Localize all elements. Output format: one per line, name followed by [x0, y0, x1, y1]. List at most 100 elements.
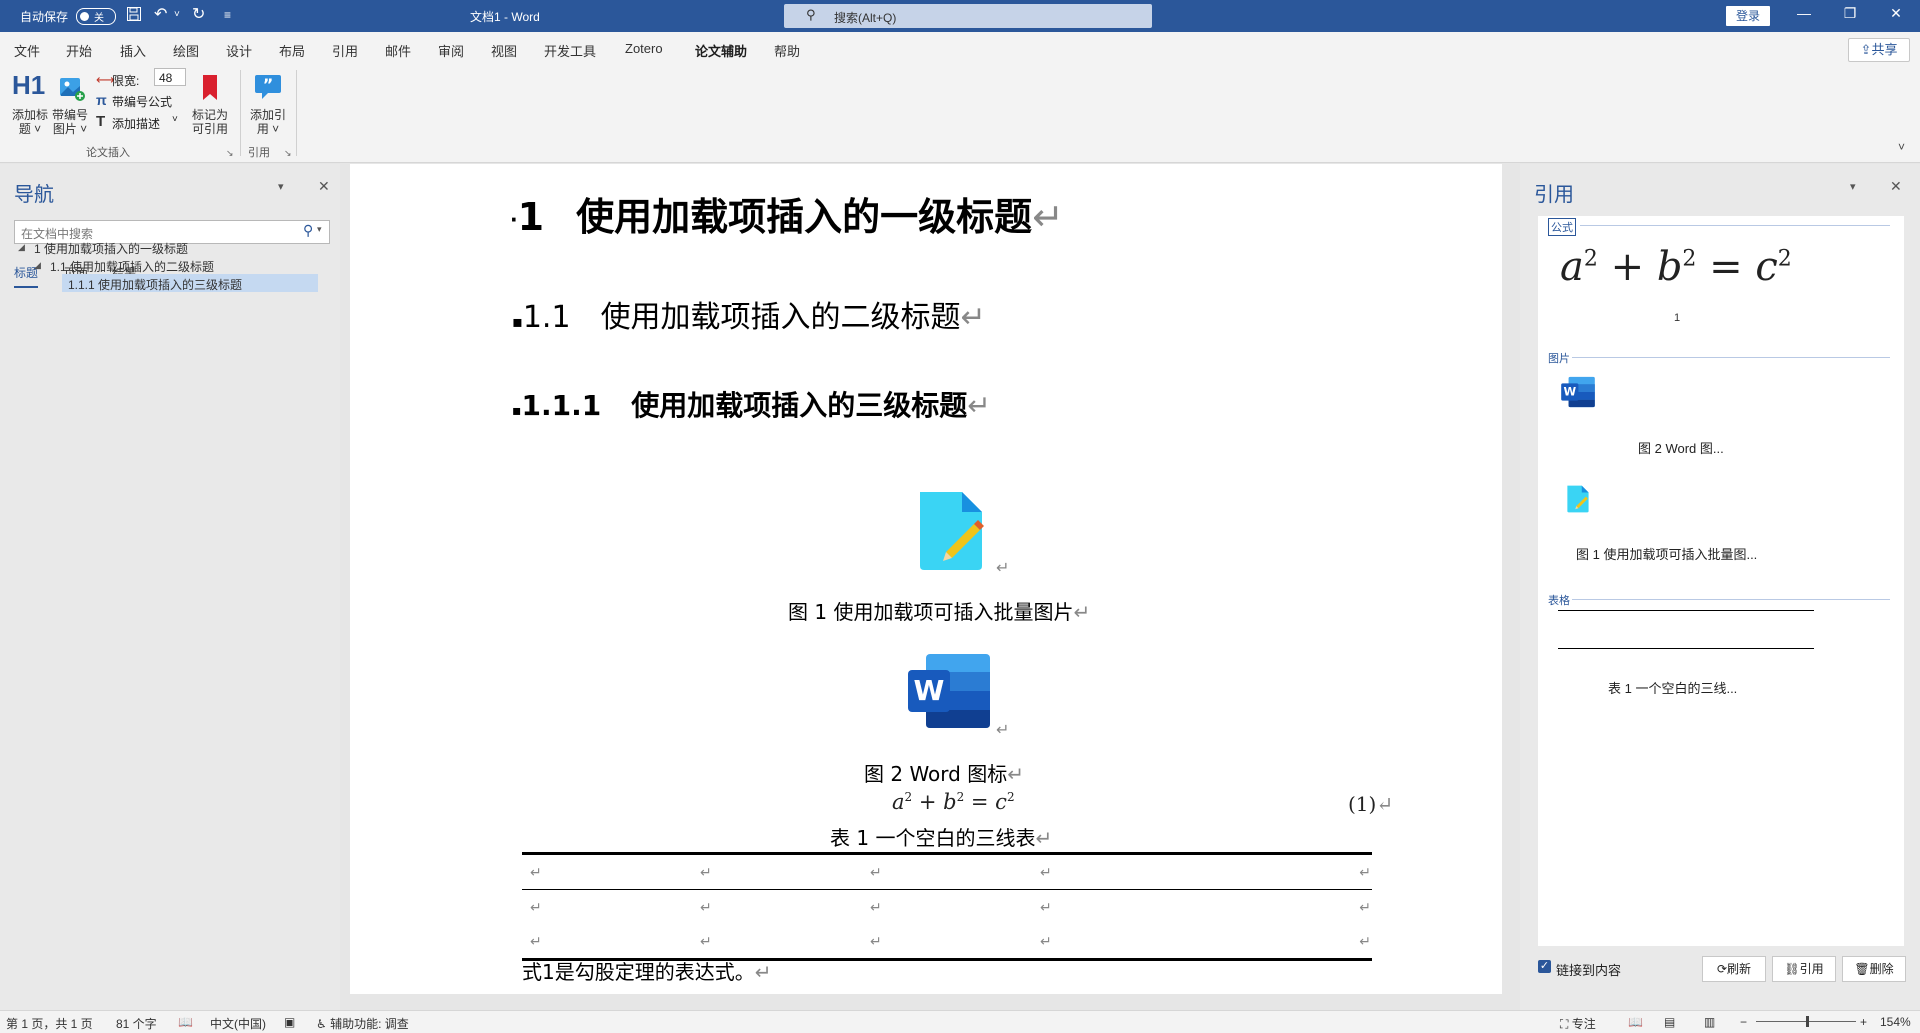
add-heading-button[interactable]: H1 添加标 题 ˅ [10, 70, 50, 142]
tab-file[interactable]: 文件 [14, 41, 40, 60]
figure-1-caption[interactable]: 图 1 使用加载项可插入批量图片↵ [788, 596, 1090, 625]
tab-view[interactable]: 视图 [491, 41, 517, 60]
page-count[interactable]: 第 1 页，共 1 页 [6, 1015, 93, 1032]
tab-insert[interactable]: 插入 [120, 41, 146, 60]
login-button[interactable]: 登录 [1726, 6, 1770, 26]
nav-heading-1[interactable]: 1 使用加载项插入的一级标题 [34, 240, 188, 257]
word-icon[interactable]: W [1560, 376, 1596, 408]
close-icon[interactable]: ✕ [1876, 5, 1916, 22]
proofing-icon[interactable]: 📖 [178, 1015, 193, 1029]
paragraph-mark: ↵ [996, 560, 1010, 577]
document-page[interactable]: ·1 使用加载项插入的一级标题↵ ▪1.1 使用加载项插入的二级标题↵ ▪1.1.1… [350, 164, 1502, 994]
body-paragraph[interactable]: 式1是勾股定理的表达式。↵ [522, 956, 772, 985]
tab-zotero[interactable]: Zotero [625, 41, 663, 56]
zoom-level[interactable]: 154% [1880, 1015, 1911, 1029]
cite-button[interactable]: ⛓引用 [1772, 956, 1836, 982]
autosave-toggle[interactable]: 关 [76, 8, 116, 25]
group-label-citation: 引用 [248, 147, 270, 159]
add-description-label: 添加描述 [112, 117, 161, 131]
numbered-picture-button[interactable]: 带编号 图片 ˅ [50, 70, 90, 142]
pythagoras-equation[interactable]: a2 + b2 = c2 [892, 790, 1015, 814]
table-ref-caption[interactable]: 表 1 一个空白的三线... [1608, 678, 1737, 697]
zoom-in-icon[interactable]: + [1860, 1015, 1867, 1029]
customize-toolbar-icon[interactable]: ≡ [224, 6, 231, 24]
add-citation-button[interactable]: ” 添加引 用 ˅ [246, 70, 290, 142]
share-label: 共享 [1871, 42, 1898, 57]
save-icon[interactable] [126, 6, 142, 27]
collapse-ribbon-icon[interactable]: ˅ [1898, 140, 1905, 154]
ribbon-separator [240, 70, 241, 156]
pane-options-icon[interactable]: ▾ [1850, 180, 1856, 193]
edit-document-icon[interactable] [1566, 484, 1592, 514]
equation-number: (1)↵ [1348, 792, 1394, 816]
tab-review[interactable]: 审阅 [438, 41, 464, 60]
web-layout-icon[interactable]: ▥ [1704, 1015, 1715, 1029]
print-layout-icon[interactable]: ▤ [1664, 1015, 1675, 1029]
chevron-down-icon[interactable]: ▾ [317, 224, 322, 235]
table-cell: ↵ [1359, 863, 1371, 880]
section-divider [1572, 357, 1890, 358]
search-box[interactable]: ⚲ 搜索(Alt+Q) [784, 4, 1152, 28]
tab-help[interactable]: 帮助 [774, 41, 800, 60]
word-icon[interactable]: W [906, 652, 992, 730]
tab-mailings[interactable]: 邮件 [385, 41, 411, 60]
refresh-button[interactable]: ⟳刷新 [1702, 956, 1766, 982]
close-pane-icon[interactable]: ✕ [1890, 178, 1902, 195]
autosave-label: 自动保存 [20, 10, 69, 24]
accessibility-label[interactable]: ♿ 辅助功能: 调查 [316, 1015, 409, 1032]
collapse-triangle-icon[interactable]: ◢ [18, 242, 25, 253]
picture-ref-caption[interactable]: 图 2 Word 图... [1638, 438, 1724, 457]
link-to-content-checkbox[interactable]: ✓ [1538, 960, 1551, 973]
tab-paper-assist[interactable]: 论文辅助 [695, 41, 748, 67]
word-count[interactable]: 81 个字 [116, 1015, 157, 1032]
dialog-launcher-icon[interactable]: ↘ [226, 148, 234, 159]
heading-level-2[interactable]: ▪1.1 使用加载项插入的二级标题↵ [512, 292, 986, 336]
tab-design[interactable]: 设计 [226, 41, 252, 60]
restore-icon[interactable]: ❐ [1830, 5, 1870, 22]
macro-icon[interactable]: ▣ [284, 1015, 295, 1029]
formula-item[interactable]: a2 + b2 = c2 [1560, 244, 1792, 290]
three-line-table[interactable]: ↵ ↵ ↵ ↵ ↵ ↵ ↵ ↵ ↵ ↵ ↵ ↵ ↵ ↵ ↵ [522, 852, 1372, 961]
width-input[interactable]: 48 [154, 68, 186, 86]
redo-icon[interactable]: ↻ [192, 6, 205, 24]
mark-citable-button[interactable]: 标记为 可引用 [188, 70, 232, 142]
tab-references[interactable]: 引用 [332, 41, 358, 60]
collapse-triangle-icon[interactable]: ◢ [34, 260, 41, 271]
delete-button[interactable]: 🗑删除 [1842, 956, 1906, 982]
tab-draw[interactable]: 绘图 [173, 41, 199, 60]
figure-2-caption[interactable]: 图 2 Word 图标↵ [864, 758, 1024, 787]
heading-level-3[interactable]: ▪1.1.1 使用加载项插入的三级标题↵ [512, 384, 991, 424]
dialog-launcher-icon[interactable]: ↘ [284, 148, 292, 159]
table-1-caption[interactable]: 表 1 一个空白的三线表↵ [830, 822, 1052, 851]
picture-ref-caption[interactable]: 图 1 使用加载项可插入批量图... [1576, 544, 1757, 563]
tab-developer[interactable]: 开发工具 [544, 41, 596, 60]
nav-heading-2[interactable]: 1.1 使用加载项插入的二级标题 [50, 258, 214, 275]
focus-mode-button[interactable]: ⛶ 专注 [1560, 1015, 1596, 1032]
language-label[interactable]: 中文(中国) [210, 1015, 266, 1032]
nav-heading-3-selected[interactable]: 1.1.1 使用加载项插入的三级标题 [62, 274, 318, 292]
trash-icon: 🗑 [1854, 962, 1870, 976]
table-thumbnail-line [1558, 610, 1814, 611]
section-label-table: 表格 [1548, 595, 1570, 607]
zoom-out-icon[interactable]: − [1740, 1015, 1747, 1029]
minimize-icon[interactable]: — [1784, 5, 1824, 21]
add-description-button[interactable]: T 添加描述 ˅ [96, 113, 186, 131]
table-cell: ↵ [870, 898, 882, 915]
numbered-formula-button[interactable]: π 带编号公式 [96, 92, 186, 109]
tab-layout[interactable]: 布局 [279, 41, 305, 60]
focus-icon: ⛶ [1560, 1017, 1569, 1031]
table-cell: ↵ [870, 932, 882, 949]
undo-icon[interactable]: ↶ [154, 6, 167, 24]
close-pane-icon[interactable]: ✕ [318, 178, 330, 195]
pane-options-icon[interactable]: ▾ [278, 180, 284, 193]
heading-level-1[interactable]: ·1 使用加载项插入的一级标题↵ [510, 186, 1064, 241]
tab-home[interactable]: 开始 [66, 41, 92, 60]
read-mode-icon[interactable]: 📖 [1628, 1015, 1643, 1029]
edit-document-icon[interactable] [916, 490, 992, 572]
zoom-slider-thumb[interactable] [1806, 1016, 1809, 1027]
search-icon[interactable]: ⚲ [303, 222, 313, 239]
undo-dropdown-icon[interactable]: ˅ [174, 6, 180, 24]
h1-icon: H1 [12, 70, 46, 100]
nav-heading-3: 1.1.1 使用加载项插入的三级标题 [68, 278, 243, 292]
share-button[interactable]: ⇪共享 [1848, 38, 1910, 62]
